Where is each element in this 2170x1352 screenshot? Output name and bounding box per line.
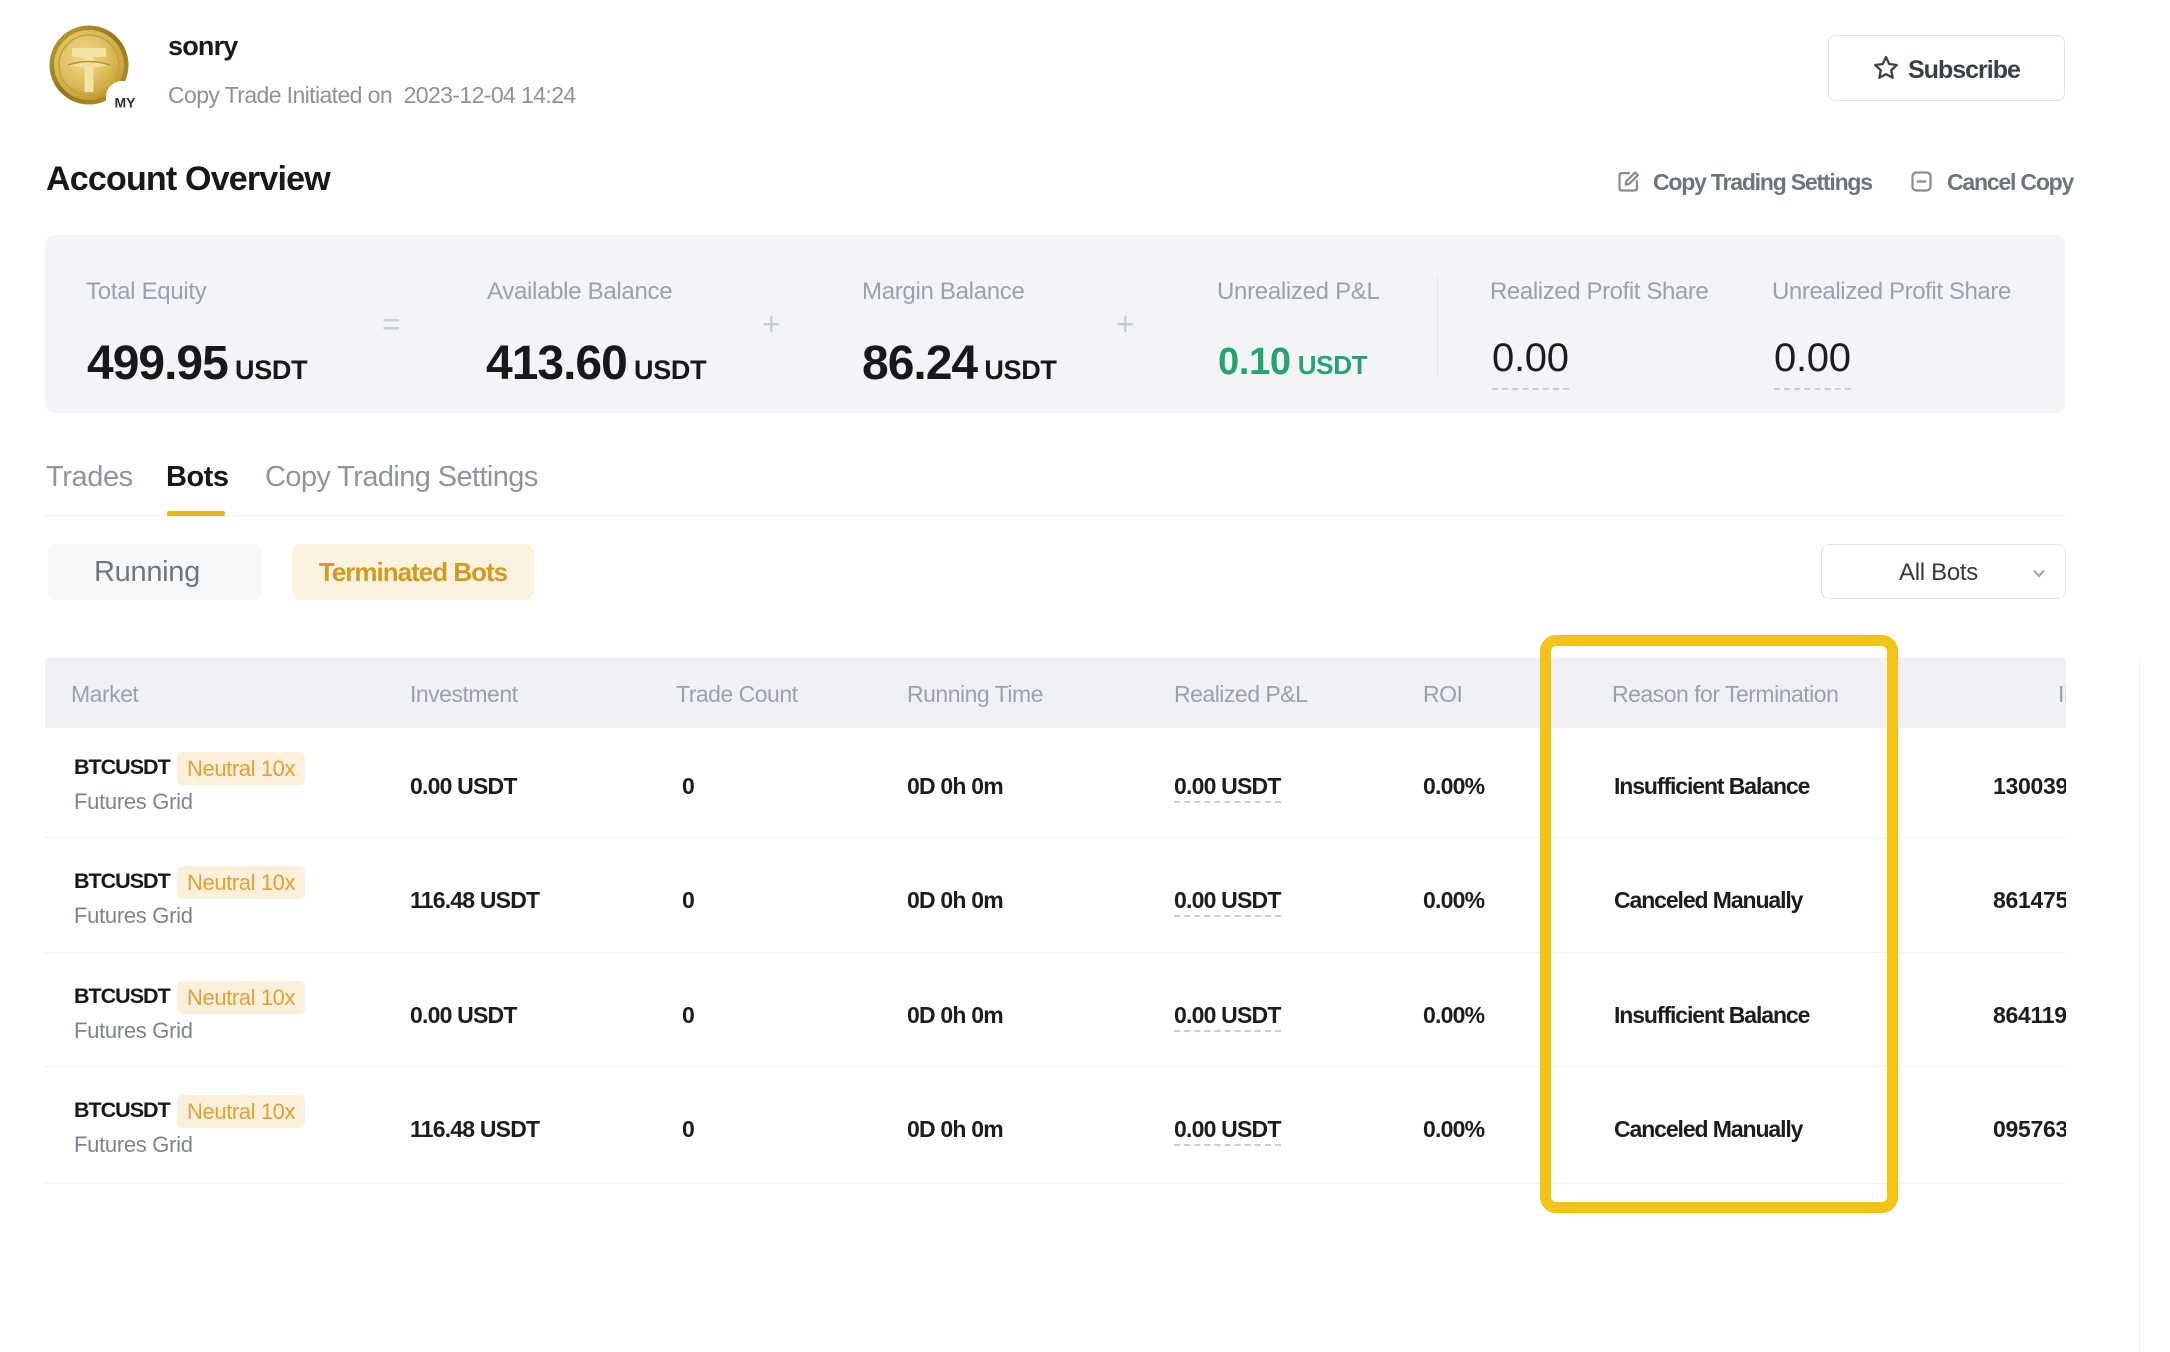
svg-text:MY: MY bbox=[115, 95, 137, 111]
